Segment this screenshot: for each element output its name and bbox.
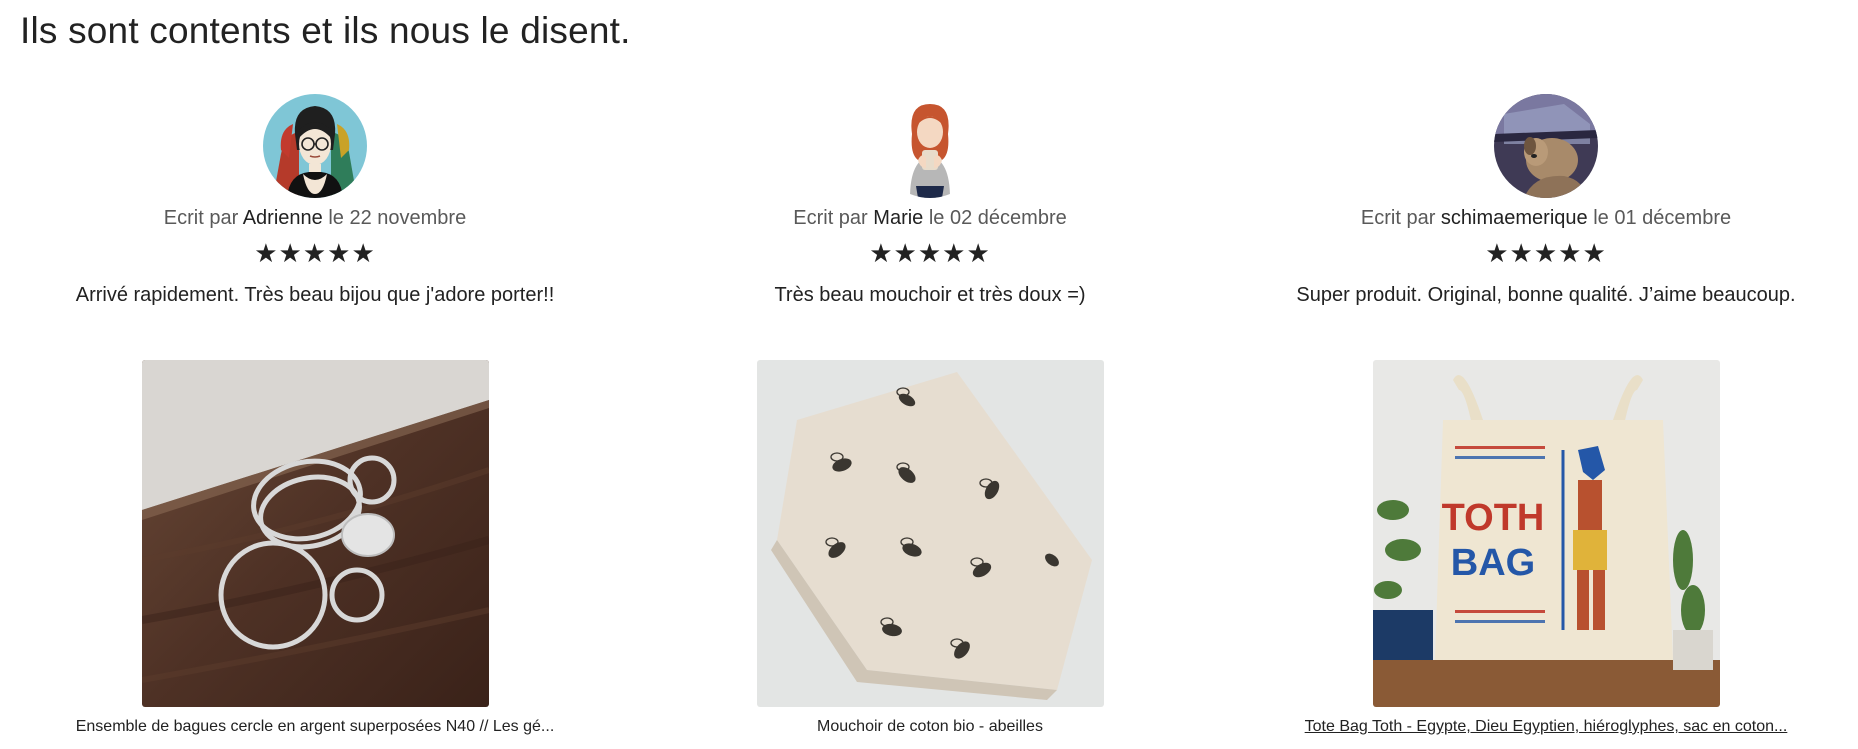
star-icon: ★ bbox=[917, 238, 943, 268]
reviewer-name[interactable]: Marie bbox=[873, 207, 923, 229]
review-date: 22 novembre bbox=[349, 207, 467, 229]
reviewer-name[interactable]: schimaemerique bbox=[1441, 207, 1588, 229]
review-byline: Ecrit par Marie le 02 décembre bbox=[620, 207, 1240, 230]
review-text: Très beau mouchoir et très doux =) bbox=[774, 284, 1086, 306]
toth-tote-bag-photo-icon: TOTH BAG bbox=[1373, 360, 1720, 707]
star-icon: ★ bbox=[351, 238, 376, 268]
star-icon: ★ bbox=[1533, 238, 1559, 268]
star-icon: ★ bbox=[278, 238, 303, 268]
product-image[interactable] bbox=[142, 360, 489, 707]
product-title-link[interactable]: Mouchoir de coton bio - abeilles bbox=[650, 718, 1210, 736]
reviewer-name[interactable]: Adrienne bbox=[243, 207, 323, 229]
product-title-link[interactable]: Ensemble de bagues cercle en argent supe… bbox=[35, 718, 595, 736]
review-text: Super produit. Original, bonne qualité. … bbox=[1296, 284, 1796, 306]
review-text: Arrivé rapidement. Très beau bijou que j… bbox=[75, 284, 555, 306]
byline-date-prefix: le bbox=[328, 207, 344, 229]
star-icon: ★ bbox=[254, 238, 279, 268]
review-date: 01 décembre bbox=[1614, 207, 1732, 229]
review-card: Ecrit par Marie le 02 décembre ★★★★★ Trè… bbox=[620, 92, 1240, 742]
product-title-link[interactable]: Tote Bag Toth - Egypte, Dieu Egyptien, h… bbox=[1266, 718, 1826, 736]
byline-prefix: Ecrit par bbox=[1360, 207, 1436, 229]
illustrated-redhead-woman-avatar-icon bbox=[878, 94, 982, 198]
byline-prefix: Ecrit par bbox=[163, 207, 239, 229]
illustrated-woman-glasses-avatar-icon bbox=[263, 94, 367, 198]
reviews-list: Ecrit par Adrienne le 22 novembre ★★★★★ … bbox=[0, 92, 1858, 742]
tote-bag-print-bag: BAG bbox=[1451, 542, 1535, 584]
review-byline: Ecrit par Adrienne le 22 novembre bbox=[5, 207, 625, 230]
review-card: Ecrit par Adrienne le 22 novembre ★★★★★ … bbox=[5, 92, 625, 742]
tote-bag-print-toth: TOTH bbox=[1442, 497, 1545, 539]
star-icon: ★ bbox=[1509, 238, 1534, 268]
star-icon: ★ bbox=[942, 238, 967, 268]
reviewer-avatar[interactable] bbox=[263, 94, 367, 198]
star-rating: ★★★★★ bbox=[5, 238, 625, 268]
review-card: Ecrit par schimaemerique le 01 décembre … bbox=[1236, 92, 1856, 742]
product-image[interactable]: TOTH BAG bbox=[1373, 360, 1720, 707]
dog-in-car-avatar-icon bbox=[1494, 94, 1598, 198]
section-heading: Ils sont contents et ils nous le disent. bbox=[20, 10, 631, 51]
star-icon: ★ bbox=[1582, 238, 1607, 268]
product-image[interactable] bbox=[757, 360, 1104, 707]
star-icon: ★ bbox=[966, 238, 991, 268]
star-icon: ★ bbox=[327, 238, 352, 268]
star-icon: ★ bbox=[869, 238, 894, 268]
bee-print-handkerchief-photo-icon bbox=[757, 360, 1104, 707]
review-byline: Ecrit par schimaemerique le 01 décembre bbox=[1236, 207, 1856, 230]
star-icon: ★ bbox=[302, 238, 328, 268]
star-rating: ★★★★★ bbox=[1236, 238, 1856, 268]
reviewer-avatar[interactable] bbox=[1494, 94, 1598, 198]
byline-prefix: Ecrit par bbox=[793, 207, 868, 229]
review-date: 02 décembre bbox=[950, 207, 1067, 229]
byline-date-prefix: le bbox=[1593, 207, 1609, 229]
star-rating: ★★★★★ bbox=[620, 238, 1240, 268]
reviewer-avatar[interactable] bbox=[878, 94, 982, 198]
star-icon: ★ bbox=[1485, 238, 1510, 268]
byline-date-prefix: le bbox=[928, 207, 945, 229]
star-icon: ★ bbox=[1558, 238, 1583, 268]
silver-circle-rings-photo-icon bbox=[142, 360, 489, 707]
star-icon: ★ bbox=[893, 238, 918, 268]
